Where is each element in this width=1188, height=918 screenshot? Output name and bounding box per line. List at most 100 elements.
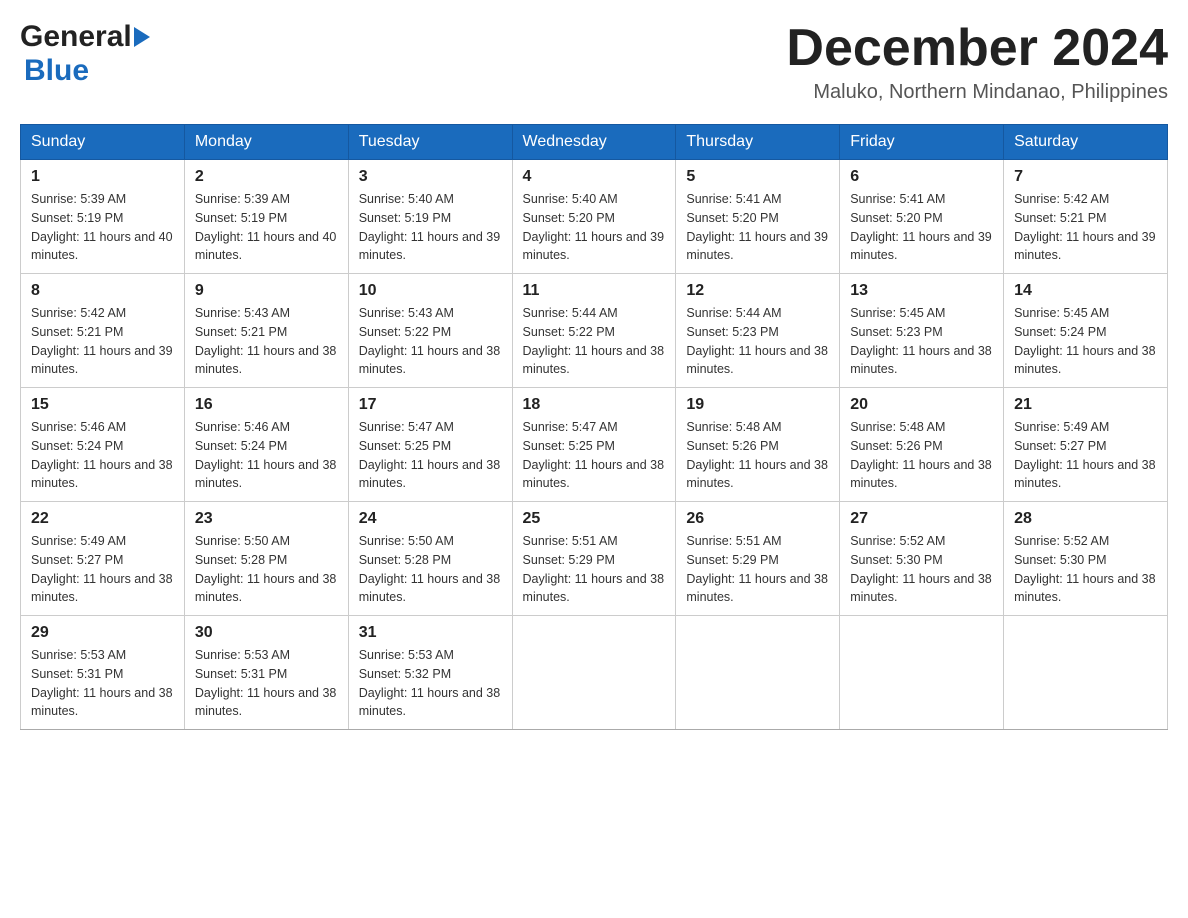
day-number: 7: [1014, 168, 1157, 186]
day-info: Sunrise: 5:50 AM Sunset: 5:28 PM Dayligh…: [195, 534, 337, 604]
day-of-week-saturday: Saturday: [1004, 125, 1168, 160]
calendar-cell: 2 Sunrise: 5:39 AM Sunset: 5:19 PM Dayli…: [184, 160, 348, 274]
day-info: Sunrise: 5:53 AM Sunset: 5:31 PM Dayligh…: [31, 648, 173, 718]
day-of-week-wednesday: Wednesday: [512, 125, 676, 160]
day-number: 25: [523, 510, 666, 528]
calendar-cell: 21 Sunrise: 5:49 AM Sunset: 5:27 PM Dayl…: [1004, 388, 1168, 502]
day-info: Sunrise: 5:53 AM Sunset: 5:31 PM Dayligh…: [195, 648, 337, 718]
day-info: Sunrise: 5:41 AM Sunset: 5:20 PM Dayligh…: [850, 192, 992, 262]
day-number: 28: [1014, 510, 1157, 528]
day-info: Sunrise: 5:44 AM Sunset: 5:22 PM Dayligh…: [523, 306, 665, 376]
calendar-cell: [676, 616, 840, 730]
day-info: Sunrise: 5:39 AM Sunset: 5:19 PM Dayligh…: [31, 192, 173, 262]
calendar-cell: 14 Sunrise: 5:45 AM Sunset: 5:24 PM Dayl…: [1004, 274, 1168, 388]
day-number: 23: [195, 510, 338, 528]
calendar-cell: 23 Sunrise: 5:50 AM Sunset: 5:28 PM Dayl…: [184, 502, 348, 616]
calendar-cell: 20 Sunrise: 5:48 AM Sunset: 5:26 PM Dayl…: [840, 388, 1004, 502]
day-info: Sunrise: 5:40 AM Sunset: 5:20 PM Dayligh…: [523, 192, 665, 262]
calendar-cell: 22 Sunrise: 5:49 AM Sunset: 5:27 PM Dayl…: [21, 502, 185, 616]
calendar-cell: 13 Sunrise: 5:45 AM Sunset: 5:23 PM Dayl…: [840, 274, 1004, 388]
calendar-cell: 4 Sunrise: 5:40 AM Sunset: 5:20 PM Dayli…: [512, 160, 676, 274]
day-info: Sunrise: 5:49 AM Sunset: 5:27 PM Dayligh…: [31, 534, 173, 604]
day-number: 30: [195, 624, 338, 642]
day-number: 18: [523, 396, 666, 414]
day-info: Sunrise: 5:44 AM Sunset: 5:23 PM Dayligh…: [686, 306, 828, 376]
calendar-week-1: 1 Sunrise: 5:39 AM Sunset: 5:19 PM Dayli…: [21, 160, 1168, 274]
day-number: 8: [31, 282, 174, 300]
calendar-cell: 10 Sunrise: 5:43 AM Sunset: 5:22 PM Dayl…: [348, 274, 512, 388]
day-number: 31: [359, 624, 502, 642]
day-number: 24: [359, 510, 502, 528]
day-of-week-sunday: Sunday: [21, 125, 185, 160]
day-number: 4: [523, 168, 666, 186]
day-info: Sunrise: 5:41 AM Sunset: 5:20 PM Dayligh…: [686, 192, 828, 262]
day-number: 12: [686, 282, 829, 300]
calendar-cell: 9 Sunrise: 5:43 AM Sunset: 5:21 PM Dayli…: [184, 274, 348, 388]
calendar-cell: 5 Sunrise: 5:41 AM Sunset: 5:20 PM Dayli…: [676, 160, 840, 274]
day-info: Sunrise: 5:43 AM Sunset: 5:22 PM Dayligh…: [359, 306, 501, 376]
calendar-cell: 26 Sunrise: 5:51 AM Sunset: 5:29 PM Dayl…: [676, 502, 840, 616]
calendar-cell: 11 Sunrise: 5:44 AM Sunset: 5:22 PM Dayl…: [512, 274, 676, 388]
days-of-week-row: SundayMondayTuesdayWednesdayThursdayFrid…: [21, 125, 1168, 160]
title-block: December 2024 Maluko, Northern Mindanao,…: [786, 20, 1168, 104]
calendar-cell: 16 Sunrise: 5:46 AM Sunset: 5:24 PM Dayl…: [184, 388, 348, 502]
day-number: 6: [850, 168, 993, 186]
day-number: 10: [359, 282, 502, 300]
day-number: 16: [195, 396, 338, 414]
calendar-subtitle: Maluko, Northern Mindanao, Philippines: [786, 81, 1168, 104]
day-number: 19: [686, 396, 829, 414]
calendar-cell: 17 Sunrise: 5:47 AM Sunset: 5:25 PM Dayl…: [348, 388, 512, 502]
calendar-cell: 12 Sunrise: 5:44 AM Sunset: 5:23 PM Dayl…: [676, 274, 840, 388]
calendar-cell: 18 Sunrise: 5:47 AM Sunset: 5:25 PM Dayl…: [512, 388, 676, 502]
day-info: Sunrise: 5:50 AM Sunset: 5:28 PM Dayligh…: [359, 534, 501, 604]
calendar-table: SundayMondayTuesdayWednesdayThursdayFrid…: [20, 124, 1168, 730]
calendar-cell: 30 Sunrise: 5:53 AM Sunset: 5:31 PM Dayl…: [184, 616, 348, 730]
day-info: Sunrise: 5:48 AM Sunset: 5:26 PM Dayligh…: [850, 420, 992, 490]
calendar-cell: 27 Sunrise: 5:52 AM Sunset: 5:30 PM Dayl…: [840, 502, 1004, 616]
logo-arrow-icon: [134, 27, 150, 47]
page-header: General Blue December 2024 Maluko, North…: [20, 20, 1168, 104]
day-info: Sunrise: 5:48 AM Sunset: 5:26 PM Dayligh…: [686, 420, 828, 490]
calendar-cell: 24 Sunrise: 5:50 AM Sunset: 5:28 PM Dayl…: [348, 502, 512, 616]
calendar-cell: 29 Sunrise: 5:53 AM Sunset: 5:31 PM Dayl…: [21, 616, 185, 730]
calendar-week-5: 29 Sunrise: 5:53 AM Sunset: 5:31 PM Dayl…: [21, 616, 1168, 730]
calendar-cell: 25 Sunrise: 5:51 AM Sunset: 5:29 PM Dayl…: [512, 502, 676, 616]
calendar-cell: 7 Sunrise: 5:42 AM Sunset: 5:21 PM Dayli…: [1004, 160, 1168, 274]
day-info: Sunrise: 5:39 AM Sunset: 5:19 PM Dayligh…: [195, 192, 337, 262]
day-info: Sunrise: 5:53 AM Sunset: 5:32 PM Dayligh…: [359, 648, 501, 718]
day-number: 2: [195, 168, 338, 186]
day-number: 15: [31, 396, 174, 414]
calendar-cell: 8 Sunrise: 5:42 AM Sunset: 5:21 PM Dayli…: [21, 274, 185, 388]
calendar-header: SundayMondayTuesdayWednesdayThursdayFrid…: [21, 125, 1168, 160]
calendar-body: 1 Sunrise: 5:39 AM Sunset: 5:19 PM Dayli…: [21, 160, 1168, 730]
logo-blue-text: Blue: [24, 54, 89, 87]
day-number: 27: [850, 510, 993, 528]
day-info: Sunrise: 5:45 AM Sunset: 5:23 PM Dayligh…: [850, 306, 992, 376]
day-info: Sunrise: 5:47 AM Sunset: 5:25 PM Dayligh…: [359, 420, 501, 490]
calendar-week-2: 8 Sunrise: 5:42 AM Sunset: 5:21 PM Dayli…: [21, 274, 1168, 388]
calendar-cell: 6 Sunrise: 5:41 AM Sunset: 5:20 PM Dayli…: [840, 160, 1004, 274]
day-of-week-tuesday: Tuesday: [348, 125, 512, 160]
day-info: Sunrise: 5:40 AM Sunset: 5:19 PM Dayligh…: [359, 192, 501, 262]
day-info: Sunrise: 5:46 AM Sunset: 5:24 PM Dayligh…: [31, 420, 173, 490]
calendar-cell: [1004, 616, 1168, 730]
calendar-cell: [840, 616, 1004, 730]
day-info: Sunrise: 5:51 AM Sunset: 5:29 PM Dayligh…: [523, 534, 665, 604]
logo: General Blue: [20, 20, 152, 88]
day-info: Sunrise: 5:43 AM Sunset: 5:21 PM Dayligh…: [195, 306, 337, 376]
day-info: Sunrise: 5:47 AM Sunset: 5:25 PM Dayligh…: [523, 420, 665, 490]
day-number: 9: [195, 282, 338, 300]
day-number: 26: [686, 510, 829, 528]
calendar-cell: 15 Sunrise: 5:46 AM Sunset: 5:24 PM Dayl…: [21, 388, 185, 502]
day-number: 20: [850, 396, 993, 414]
day-of-week-friday: Friday: [840, 125, 1004, 160]
day-of-week-thursday: Thursday: [676, 125, 840, 160]
day-info: Sunrise: 5:52 AM Sunset: 5:30 PM Dayligh…: [1014, 534, 1156, 604]
calendar-title: December 2024: [786, 20, 1168, 77]
day-info: Sunrise: 5:49 AM Sunset: 5:27 PM Dayligh…: [1014, 420, 1156, 490]
day-of-week-monday: Monday: [184, 125, 348, 160]
day-number: 29: [31, 624, 174, 642]
day-number: 13: [850, 282, 993, 300]
day-info: Sunrise: 5:46 AM Sunset: 5:24 PM Dayligh…: [195, 420, 337, 490]
calendar-cell: 31 Sunrise: 5:53 AM Sunset: 5:32 PM Dayl…: [348, 616, 512, 730]
